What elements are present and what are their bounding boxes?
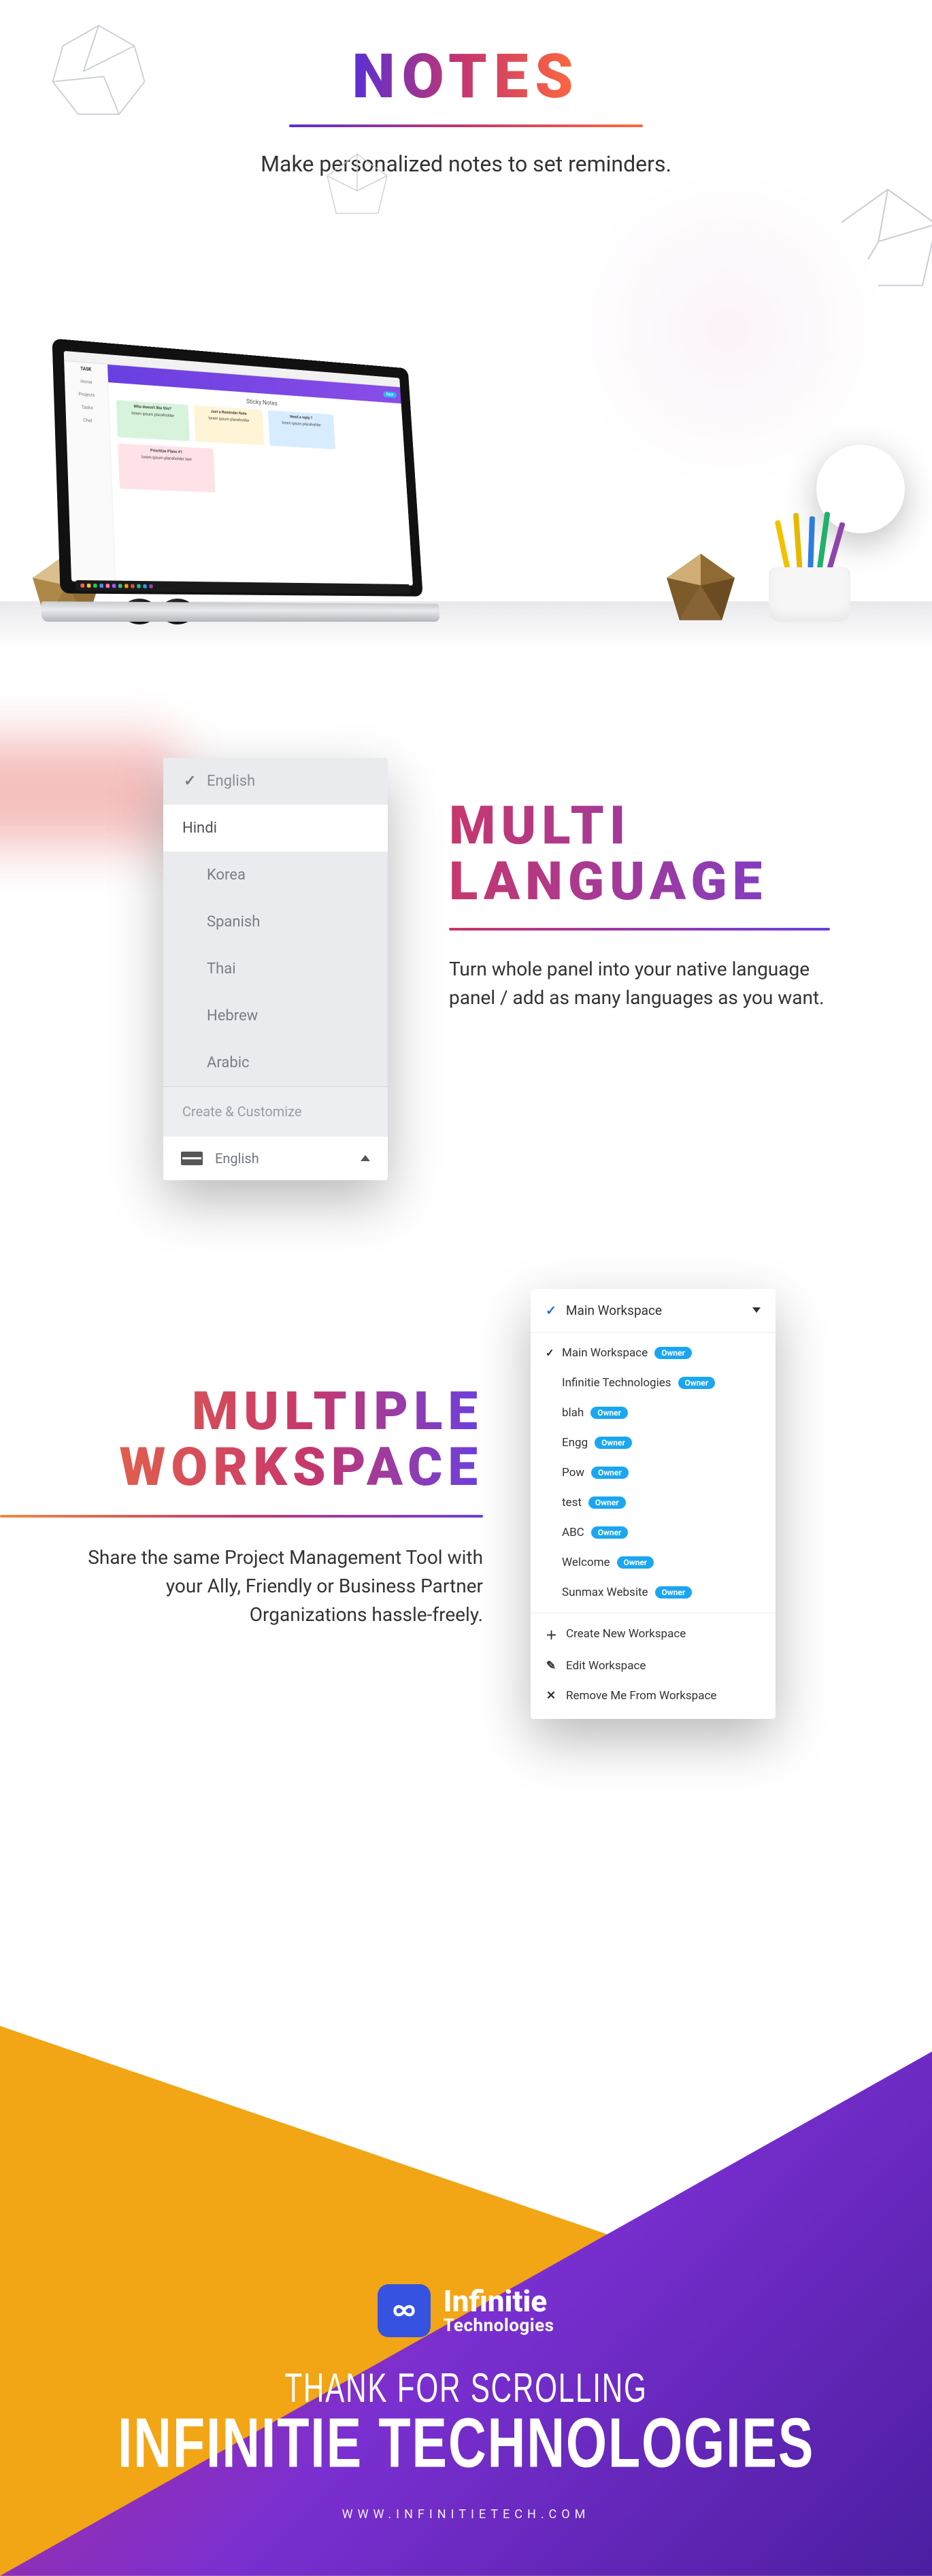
workspace-item[interactable]: Sunmax Website Owner [531,1577,776,1607]
workspace-name: test [562,1496,582,1509]
check-icon: ✓ [546,1303,556,1318]
owner-badge: Owner [595,1437,632,1449]
footer-section: Infinitie Technologies THANK FOR SCROLLI… [0,1937,932,2576]
decor-circle [571,173,884,486]
workspace-name: Sunmax Website [562,1586,648,1599]
sticky-note: Just a Reminder Notelorem ipsum placehol… [194,405,264,446]
edit-icon: ✎ [546,1659,556,1673]
flag-icon [181,1152,203,1165]
brand-subname: Technologies [443,2317,554,2335]
workspace-name: Pow [562,1466,584,1479]
language-option[interactable]: Thai [163,946,388,992]
brand-name: Infinitie [443,2286,554,2317]
owner-badge: Owner [590,1407,628,1419]
owner-badge: Owner [617,1556,654,1569]
sidebar-item: Projects [67,391,105,399]
owner-badge: Owner [678,1377,716,1389]
language-title: MULTILANGUAGE [449,799,884,910]
sidebar-item: Home [67,378,105,386]
workspace-item[interactable]: Pow Owner [531,1458,776,1488]
title-underline [289,124,643,127]
title-underline [0,1515,483,1518]
language-selector-footer[interactable]: English [163,1136,388,1180]
notes-title: NOTES [352,41,580,112]
workspace-name: ABC [562,1526,584,1539]
language-option[interactable]: Arabic [163,1039,388,1086]
workspace-item[interactable]: Infinitie Technologies Owner [531,1368,776,1398]
app-logo: TASK [67,365,105,373]
check-icon: ✓ [546,1347,555,1359]
workspace-dropdown-header[interactable]: ✓ Main Workspace [531,1289,776,1333]
workspace-item[interactable]: test Owner [531,1488,776,1518]
workspace-item[interactable]: ✓ Main Workspace Owner [531,1338,776,1368]
laptop-mockup: TASK Home Projects Tasks Chat New Sticky… [52,338,425,622]
notes-hero: TASK Home Projects Tasks Chat New Sticky… [0,227,932,649]
language-option[interactable]: Hebrew [163,992,388,1039]
workspace-section: MULTIPLEWORKSPACE Share the same Project… [0,1262,932,1937]
decor-small-circle [816,445,905,533]
decor-polygon-icon [48,20,150,122]
brand-lockup: Infinitie Technologies [378,2284,554,2337]
create-customize-button[interactable]: Create & Customize [163,1087,388,1136]
create-workspace-button[interactable]: ＋ Create New Workspace [531,1618,776,1651]
owner-badge: Owner [591,1467,629,1479]
workspace-item[interactable]: Welcome Owner [531,1548,776,1577]
company-name: INFINITIE TECHNOLOGIES [47,2403,886,2484]
decor-blur [0,737,177,846]
caret-down-icon [752,1307,761,1313]
workspace-body: Share the same Project Management Tool w… [48,1543,483,1629]
language-option[interactable]: English [163,758,388,805]
edit-workspace-button[interactable]: ✎ Edit Workspace [531,1651,776,1681]
workspace-name: Infinitie Technologies [562,1376,671,1390]
header-pill: New [383,391,397,398]
sticky-note: Need a reply ?lorem ipsum placeholder [268,410,335,449]
notes-subtitle: Make personalized notes to set reminders… [248,149,684,180]
caret-up-icon [361,1155,370,1161]
workspace-item[interactable]: Engg Owner [531,1428,776,1458]
language-option[interactable]: Hindi [163,805,388,852]
sticky-note: Who doesn't like this?lorem ipsum placeh… [116,400,190,441]
workspace-name: blah [562,1406,584,1420]
plus-icon: ＋ [546,1626,556,1643]
pencil-cup [769,526,850,622]
owner-badge: Owner [588,1496,626,1509]
workspace-item[interactable]: blah Owner [531,1398,776,1428]
infinity-logo-icon [378,2284,431,2337]
sidebar-item: Tasks [68,404,106,412]
sidebar-item: Chat [69,417,107,424]
owner-badge: Owner [655,1586,693,1599]
owner-badge: Owner [654,1347,692,1359]
workspace-item[interactable]: ABC Owner [531,1518,776,1548]
gem-icon [660,554,742,622]
owner-badge: Owner [591,1526,629,1539]
close-icon: ✕ [546,1689,556,1703]
language-dropdown-panel[interactable]: English Hindi Korea Spanish Thai Hebrew … [163,758,388,1180]
language-option[interactable]: Korea [163,852,388,899]
language-option[interactable]: Spanish [163,899,388,946]
selected-language-label: English [215,1150,259,1167]
app-sidebar: TASK Home Projects Tasks Chat [64,361,116,582]
language-section: English Hindi Korea Spanish Thai Hebrew … [0,649,932,1262]
language-body: Turn whole panel into your native langua… [449,955,830,1012]
workspace-title: MULTIPLEWORKSPACE [48,1384,483,1496]
website-url: WWW.INFINITIETECH.COM [0,2507,932,2522]
workspace-name: Welcome [562,1556,610,1569]
sticky-note: Prioritize Plans #1lorem ipsum placehold… [118,444,215,492]
workspace-name: Engg [562,1436,588,1450]
title-underline [449,928,830,931]
workspace-dropdown-panel[interactable]: ✓ Main Workspace ✓Main WorkspaceOwnerInf… [531,1289,776,1719]
remove-workspace-button[interactable]: ✕ Remove Me From Workspace [531,1681,776,1711]
current-workspace-label: Main Workspace [566,1303,743,1318]
workspace-list: ✓Main WorkspaceOwnerInfinitie Technologi… [531,1333,776,1613]
workspace-name: Main Workspace [562,1346,648,1360]
decor-polygon-icon [320,150,395,224]
notes-section: NOTES Make personalized notes to set rem… [0,0,932,649]
